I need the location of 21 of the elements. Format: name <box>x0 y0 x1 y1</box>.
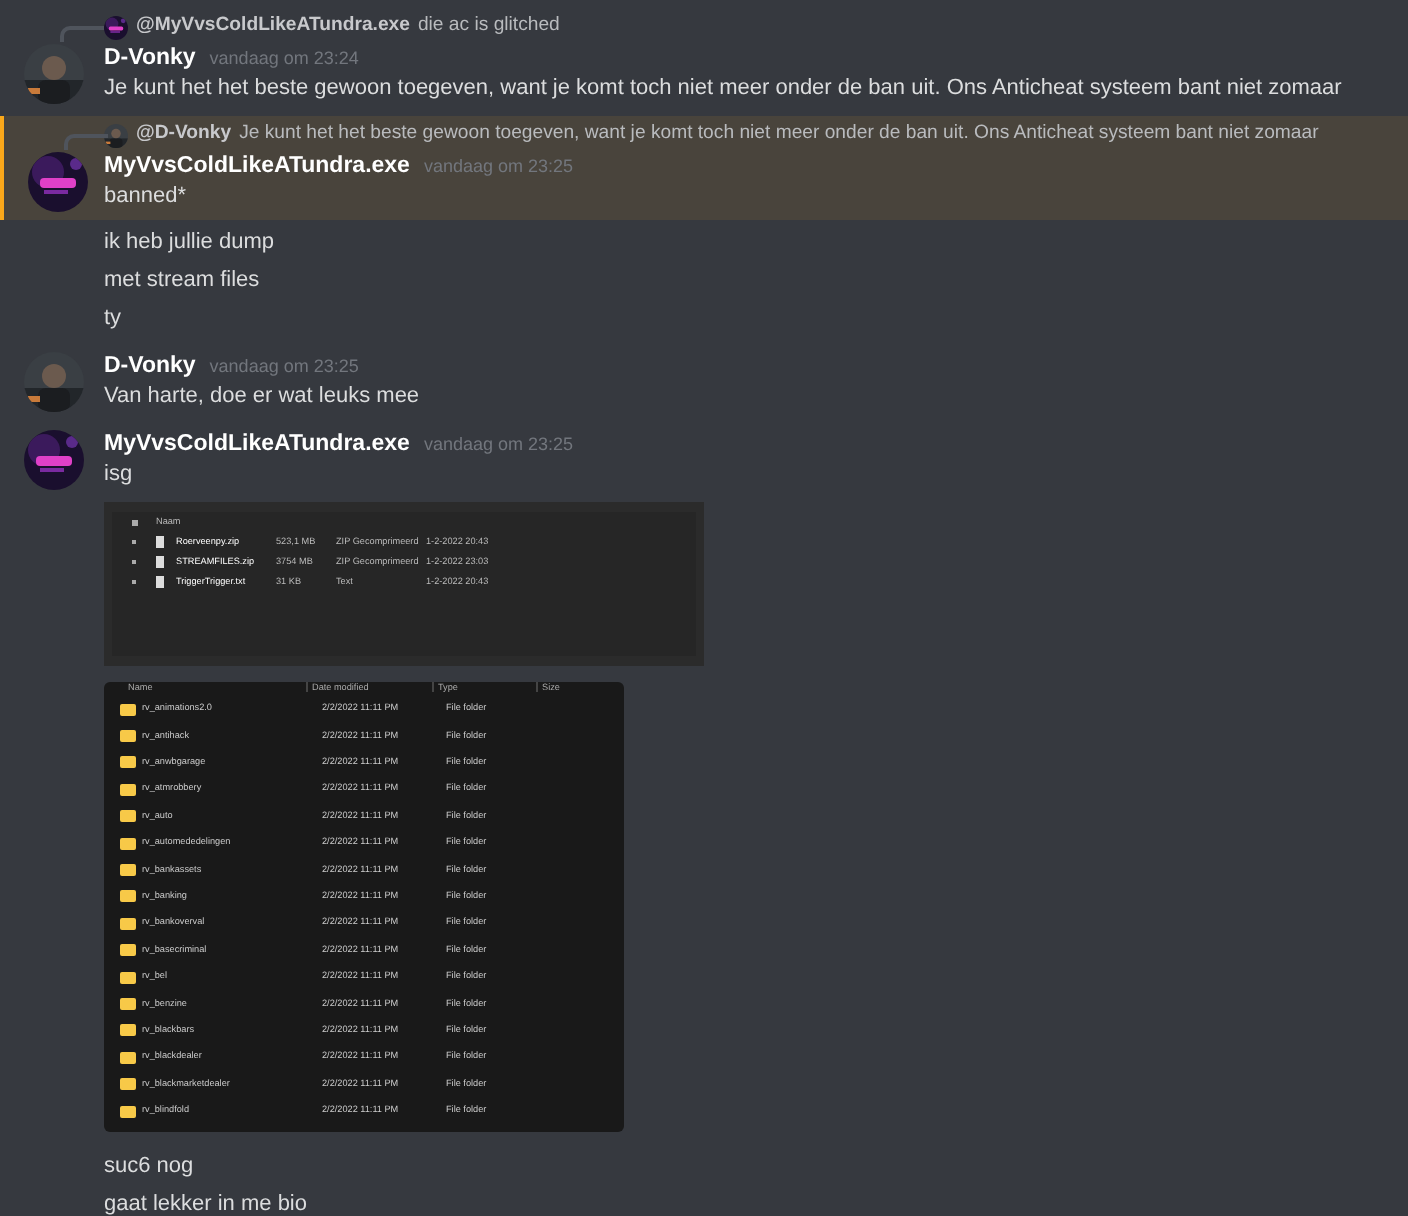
username[interactable]: MyVvsColdLikeATundra.exe <box>104 150 410 185</box>
reply-author[interactable]: @D-Vonky <box>136 120 232 150</box>
username[interactable]: MyVvsColdLikeATundra.exe <box>104 428 410 463</box>
message-text: ik heb jullie dump <box>104 228 276 258</box>
message-text: banned* <box>104 182 188 212</box>
reply-author[interactable]: @MyVvsColdLikeATundra.exe <box>136 12 410 42</box>
reply-text[interactable]: die ac is glitched <box>417 12 560 42</box>
timestamp: vandaag om 23:25 <box>423 432 574 458</box>
message-text: ty <box>104 304 124 334</box>
username[interactable]: D-Vonky <box>104 350 196 385</box>
reply-text[interactable]: Je kunt het het beste gewoon toegeven, want je komt toch niet meer onder de ban uit. Ons Anticheat systeem bant niet zomaar <box>239 120 1319 150</box>
timestamp: vandaag om 23:25 <box>423 154 574 180</box>
timestamp: vandaag om 23:25 <box>209 354 359 380</box>
message-text: suc6 nog <box>104 1152 196 1182</box>
username[interactable]: D-Vonky <box>104 42 196 77</box>
message-text: isg <box>104 460 135 490</box>
message-text: met stream files <box>104 266 262 296</box>
message-text: Van harte, doe er wat leuks mee <box>104 382 422 412</box>
timestamp: vandaag om 23:24 <box>209 46 359 72</box>
message-text: Je kunt het het beste gewoon toegeven, want je komt toch niet meer onder de ban uit. Ons Anticheat systeem bant niet zomaar <box>104 74 1344 104</box>
message-text: gaat lekker in me bio <box>104 1190 309 1216</box>
